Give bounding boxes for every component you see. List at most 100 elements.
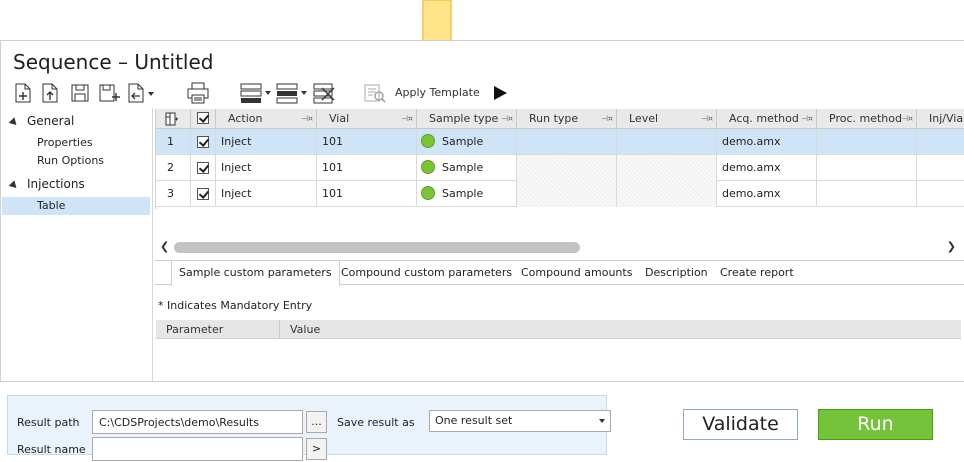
cell-inj-vial[interactable] xyxy=(917,129,964,155)
save-result-as-select[interactable]: One result set xyxy=(429,410,611,432)
row-checkbox[interactable] xyxy=(191,155,216,181)
save-as-icon xyxy=(99,84,120,102)
column-header-label: Sample type xyxy=(429,112,499,125)
table-row[interactable]: 3 Inject 101 Sample demo.amx xyxy=(156,181,964,207)
pin-icon[interactable]: ⊣¤ xyxy=(501,109,513,129)
tab-create-report[interactable]: Create report xyxy=(720,261,794,285)
save-button[interactable] xyxy=(70,82,90,104)
cell-run-type[interactable] xyxy=(517,129,617,155)
row-checkbox[interactable] xyxy=(191,129,216,155)
save-as-button[interactable] xyxy=(98,82,120,104)
insert-row-button[interactable] xyxy=(240,82,276,104)
open-sequence-button[interactable] xyxy=(40,82,60,104)
column-header-parameter[interactable]: Parameter xyxy=(156,320,280,339)
scrollbar-thumb[interactable] xyxy=(174,242,580,253)
template-preview-button[interactable] xyxy=(363,82,387,104)
save-icon xyxy=(71,84,89,102)
pin-icon[interactable]: ⊣¤ xyxy=(301,109,313,129)
pin-icon[interactable]: ⊣¤ xyxy=(801,109,813,129)
nav-item-run-options[interactable]: Run Options xyxy=(37,154,104,167)
nav-group-general[interactable]: General xyxy=(8,114,74,128)
column-header-inj-vial[interactable]: Inj/Via xyxy=(917,109,964,129)
export-menu-button[interactable] xyxy=(126,82,156,104)
save-result-as-label: Save result as xyxy=(337,416,415,429)
validate-button[interactable]: Validate xyxy=(683,409,798,440)
scroll-right-icon[interactable]: ❯ xyxy=(947,240,956,253)
cell-action[interactable]: Inject xyxy=(216,129,317,155)
collapse-triangle-icon xyxy=(8,116,20,128)
cell-inj-vial[interactable] xyxy=(917,155,964,181)
run-button[interactable]: Run xyxy=(818,409,933,440)
cell-sample-type[interactable]: Sample xyxy=(417,181,517,207)
horizontal-scrollbar[interactable]: ❮ ❯ xyxy=(158,240,964,255)
pin-icon[interactable]: ⊣¤ xyxy=(701,109,713,129)
sample-type-label: Sample xyxy=(442,187,484,200)
tab-compound-amounts[interactable]: Compound amounts xyxy=(521,261,632,285)
new-sequence-button[interactable] xyxy=(13,82,33,104)
cell-proc-method[interactable] xyxy=(817,129,917,155)
append-row-icon xyxy=(276,83,307,104)
delete-row-button[interactable] xyxy=(313,82,337,104)
tab-compound-custom-parameters[interactable]: Compound custom parameters xyxy=(341,261,512,285)
result-name-input[interactable] xyxy=(92,437,303,461)
column-chooser-button[interactable] xyxy=(156,109,191,129)
column-header-label: Acq. method xyxy=(729,112,799,125)
table-row[interactable]: 2 Inject 101 Sample demo.amx xyxy=(156,155,964,181)
column-header-value[interactable]: Value xyxy=(280,320,400,339)
column-header-level[interactable]: Level ⊣¤ xyxy=(617,109,717,129)
row-number: 2 xyxy=(156,155,191,181)
select-all-checkbox[interactable] xyxy=(191,109,216,129)
cell-run-type[interactable] xyxy=(517,155,617,181)
delete-row-icon xyxy=(313,83,335,104)
nav-item-table[interactable]: Table xyxy=(37,199,65,212)
column-header-vial[interactable]: Vial ⊣¤ xyxy=(317,109,417,129)
cell-acq-method[interactable]: demo.amx xyxy=(717,129,817,155)
tab-description[interactable]: Description xyxy=(645,261,708,285)
cell-acq-method[interactable]: demo.amx xyxy=(717,181,817,207)
cell-level[interactable] xyxy=(617,129,717,155)
new-document-icon xyxy=(15,83,31,103)
open-document-icon xyxy=(42,83,58,103)
cell-vial[interactable]: 101 xyxy=(317,181,417,207)
cell-proc-method[interactable] xyxy=(817,155,917,181)
append-row-button[interactable] xyxy=(276,82,312,104)
printer-icon xyxy=(187,82,209,104)
pin-icon[interactable]: ⊣¤ xyxy=(901,109,913,129)
result-name-token-button[interactable]: > xyxy=(306,438,327,460)
cell-level[interactable] xyxy=(617,181,717,207)
nav-item-properties[interactable]: Properties xyxy=(37,136,93,149)
cell-inj-vial[interactable] xyxy=(917,181,964,207)
cell-action[interactable]: Inject xyxy=(216,155,317,181)
column-header-run-type[interactable]: Run type ⊣¤ xyxy=(517,109,617,129)
play-icon xyxy=(494,86,507,100)
row-checkbox[interactable] xyxy=(191,181,216,207)
cell-level[interactable] xyxy=(617,155,717,181)
browse-path-button[interactable]: ... xyxy=(306,411,327,433)
nav-group-injections[interactable]: Injections xyxy=(8,177,85,191)
play-button[interactable] xyxy=(492,82,508,104)
column-header-acq-method[interactable]: Acq. method ⊣¤ xyxy=(717,109,817,129)
chevron-down-icon xyxy=(599,419,605,423)
print-button[interactable] xyxy=(186,82,210,104)
result-name-label: Result name xyxy=(17,443,86,456)
table-row[interactable]: 1 Inject 101 Sample demo.amx xyxy=(156,129,964,155)
apply-template-button[interactable]: Apply Template xyxy=(395,86,480,99)
pin-icon[interactable]: ⊣¤ xyxy=(401,109,413,129)
cell-acq-method[interactable]: demo.amx xyxy=(717,155,817,181)
column-header-label: Vial xyxy=(329,112,350,125)
cell-action[interactable]: Inject xyxy=(216,181,317,207)
cell-run-type[interactable] xyxy=(517,181,617,207)
column-header-proc-method[interactable]: Proc. method ⊣¤ xyxy=(817,109,917,129)
column-chooser-icon xyxy=(165,112,178,126)
cell-proc-method[interactable] xyxy=(817,181,917,207)
column-header-action[interactable]: Action ⊣¤ xyxy=(216,109,317,129)
scroll-left-icon[interactable]: ❮ xyxy=(160,240,169,253)
cell-sample-type[interactable]: Sample xyxy=(417,129,517,155)
pin-icon[interactable]: ⊣¤ xyxy=(601,109,613,129)
tab-sample-custom-parameters[interactable]: Sample custom parameters xyxy=(171,261,340,286)
cell-vial[interactable]: 101 xyxy=(317,155,417,181)
cell-vial[interactable]: 101 xyxy=(317,129,417,155)
cell-sample-type[interactable]: Sample xyxy=(417,155,517,181)
result-path-input[interactable] xyxy=(92,410,303,434)
column-header-sample-type[interactable]: Sample type ⊣¤ xyxy=(417,109,517,129)
